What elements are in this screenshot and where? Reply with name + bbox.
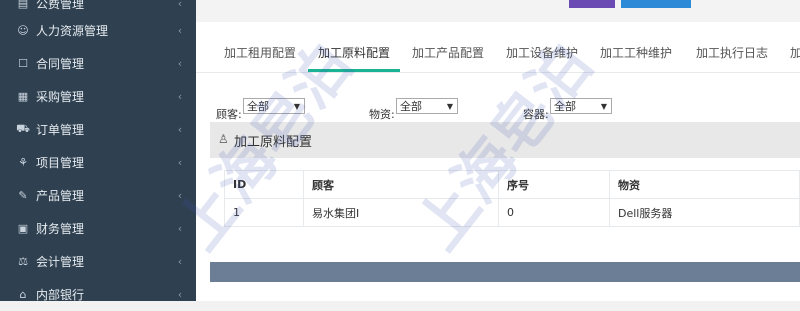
sidebar-item-order[interactable]: ⛟ 订单管理 ‹ <box>0 113 196 146</box>
sidebar-item-project[interactable]: ⚘ 项目管理 ‹ <box>0 146 196 179</box>
sidebar-item-label: 项目管理 <box>36 156 85 170</box>
sitemap-icon: ⚘ <box>18 156 28 169</box>
main-content: 加工租用配置 加工原料配置 加工产品配置 加工设备维护 加工工种维护 加工执行日… <box>196 0 800 301</box>
sidebar-item-hr[interactable]: ☺ 人力资源管理 ‹ <box>0 14 196 47</box>
sidebar-item-bank[interactable]: ⌂ 内部银行 ‹ <box>0 278 196 311</box>
material-filter-label: 物资: <box>369 108 395 121</box>
edit-icon: ✎ <box>18 189 28 202</box>
sidebar-item-label: 财务管理 <box>36 222 85 236</box>
material-config-table: ID 顾客 序号 物资 1 易水集团I 0 Dell服务器 <box>224 170 800 227</box>
tab-execution-log[interactable]: 加工执行日志 <box>696 44 768 61</box>
user-icon: ♙ <box>218 132 229 146</box>
chevron-left-icon: ‹ <box>177 90 183 103</box>
document-icon: ☐ <box>18 57 28 70</box>
tab-worktype-maintenance[interactable]: 加工工种维护 <box>600 44 672 61</box>
sidebar-item-finance[interactable]: ▣ 财务管理 ‹ <box>0 212 196 245</box>
dropdown-arrow-icon: ▼ <box>293 102 300 111</box>
sidebar-item-label: 会计管理 <box>36 255 85 269</box>
container-select-value: 全部 <box>554 100 576 113</box>
dropdown-arrow-icon: ▼ <box>446 102 453 111</box>
cell-id: 1 <box>224 198 304 227</box>
chevron-left-icon: ‹ <box>177 24 183 37</box>
bottom-bar <box>210 262 800 282</box>
chevron-left-icon: ‹ <box>177 255 183 268</box>
cell-material: Dell服务器 <box>609 198 800 227</box>
tab-equipment-maintenance[interactable]: 加工设备维护 <box>506 44 578 61</box>
sidebar-item-label: 订单管理 <box>36 123 85 137</box>
chevron-left-icon: ‹ <box>177 0 183 10</box>
column-header-customer[interactable]: 顾客 <box>303 170 499 199</box>
money-icon: ▣ <box>17 222 29 235</box>
sidebar-item-product[interactable]: ✎ 产品管理 ‹ <box>0 179 196 212</box>
bank-icon: ⌂ <box>19 288 27 301</box>
sidebar-item-purchase[interactable]: ▦ 采购管理 ‹ <box>0 80 196 113</box>
action-button-purple[interactable] <box>569 0 615 8</box>
sidebar-item-label: 产品管理 <box>36 189 85 203</box>
list-icon: ▦ <box>17 90 29 103</box>
customer-select[interactable]: 全部 ▼ <box>243 98 305 114</box>
sidebar: ▤ 公费管理 ‹ ☺ 人力资源管理 ‹ ☐ 合同管理 ‹ ▦ 采购管理 ‹ ⛟ … <box>0 0 196 302</box>
cell-seq: 0 <box>498 198 610 227</box>
container-filter-label: 容器: <box>523 108 549 121</box>
receipt-icon: ▤ <box>17 0 29 10</box>
chevron-left-icon: ‹ <box>177 222 183 235</box>
material-select-value: 全部 <box>400 100 422 113</box>
tab-bar: 加工租用配置 加工原料配置 加工产品配置 加工设备维护 加工工种维护 加工执行日… <box>196 28 800 73</box>
table-row[interactable]: 1 易水集团I 0 Dell服务器 <box>224 198 800 227</box>
material-select[interactable]: 全部 ▼ <box>396 98 458 114</box>
sidebar-item-label: 内部银行 <box>36 288 85 302</box>
chevron-left-icon: ‹ <box>177 189 183 202</box>
tab-more[interactable]: 加 <box>790 44 800 61</box>
panel-header: ♙ 加工原料配置 <box>210 122 800 158</box>
users-icon: ☺ <box>17 24 29 37</box>
customer-select-value: 全部 <box>247 100 269 113</box>
panel-title: 加工原料配置 <box>234 135 313 150</box>
active-tab-indicator <box>308 69 400 72</box>
tab-product-config[interactable]: 加工产品配置 <box>412 44 484 61</box>
scale-icon: ⚖ <box>18 255 28 268</box>
chevron-left-icon: ‹ <box>177 123 183 136</box>
sidebar-item-label: 公费管理 <box>36 0 85 11</box>
sidebar-item-label: 人力资源管理 <box>36 24 109 38</box>
filter-bar: 顾客: 全部 ▼ 物资: 全部 ▼ 容器: 全部 ▼ <box>196 96 800 121</box>
customer-filter-label: 顾客: <box>216 108 242 121</box>
chevron-left-icon: ‹ <box>177 156 183 169</box>
dropdown-arrow-icon: ▼ <box>600 102 607 111</box>
sidebar-item-label: 合同管理 <box>36 57 85 71</box>
sidebar-item-contract[interactable]: ☐ 合同管理 ‹ <box>0 47 196 80</box>
tab-material-config[interactable]: 加工原料配置 <box>318 44 390 61</box>
tab-rental-config[interactable]: 加工租用配置 <box>224 44 296 61</box>
action-button-blue[interactable] <box>621 0 691 8</box>
cell-customer: 易水集团I <box>303 198 499 227</box>
column-header-seq[interactable]: 序号 <box>498 170 610 199</box>
chevron-left-icon: ‹ <box>177 288 183 301</box>
column-header-id[interactable]: ID <box>224 170 304 199</box>
sidebar-item-label: 采购管理 <box>36 90 85 104</box>
top-bar <box>196 0 800 22</box>
sidebar-item-accounting[interactable]: ⚖ 会计管理 ‹ <box>0 245 196 278</box>
container-select[interactable]: 全部 ▼ <box>550 98 612 114</box>
chevron-left-icon: ‹ <box>177 57 183 70</box>
table-header-row: ID 顾客 序号 物资 <box>224 170 800 199</box>
cart-icon: ⛟ <box>16 122 30 135</box>
column-header-material[interactable]: 物资 <box>609 170 800 199</box>
